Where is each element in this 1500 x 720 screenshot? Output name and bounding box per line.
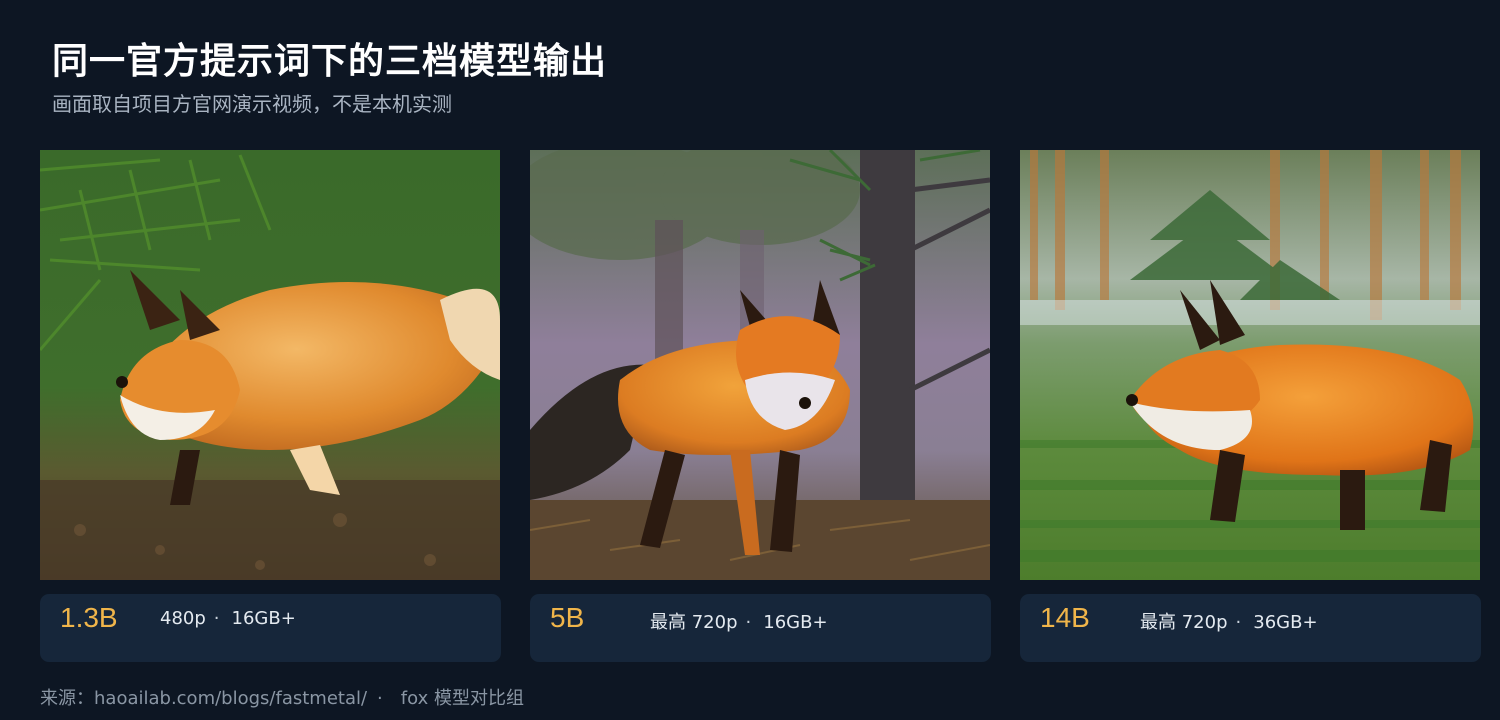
model-spec: 480p · 16GB+ [160, 608, 296, 629]
model-spec: 最高 720p · 36GB+ [1140, 608, 1318, 634]
caption-1-3b: 1.3B 480p · 16GB+ [40, 594, 501, 662]
fox-image-14b [1020, 150, 1480, 580]
model-size-label: 5B [550, 602, 585, 633]
page-title: 同一官方提示词下的三档模型输出 [52, 41, 608, 82]
separator: · [745, 612, 752, 633]
fox-image-5b [530, 150, 990, 580]
page-subtitle: 画面取自项目方官网演示视频，不是本机实测 [52, 92, 452, 116]
resolution-label: 最高 720p [650, 612, 738, 633]
model-size-label: 1.3B [60, 602, 118, 633]
fox-image-1-3b [40, 150, 500, 580]
resolution-label: 最高 720p [1140, 612, 1228, 633]
model-card-1-3b: 1.3B 480p · 16GB+ [40, 150, 501, 662]
model-card-14b: 14B 最高 720p · 36GB+ [1020, 150, 1481, 662]
model-spec: 最高 720p · 16GB+ [650, 608, 828, 634]
group-label: fox 模型对比组 [400, 688, 524, 709]
caption-5b: 5B 最高 720p · 16GB+ [530, 594, 991, 662]
separator: · [377, 688, 383, 709]
caption-14b: 14B 最高 720p · 36GB+ [1020, 594, 1481, 662]
model-size-label: 14B [1040, 602, 1090, 633]
model-card-5b: 5B 最高 720p · 16GB+ [530, 150, 991, 662]
source-footer: 来源：haoailab.com/blogs/fastmetal/ · fox 模型对… [40, 684, 524, 710]
resolution-label: 480p [160, 608, 206, 629]
separator: · [213, 608, 220, 629]
source-link: 来源：haoailab.com/blogs/fastmetal/ [40, 688, 368, 709]
separator: · [1235, 612, 1242, 633]
vram-label: 36GB+ [1253, 612, 1318, 633]
vram-label: 16GB+ [231, 608, 296, 629]
vram-label: 16GB+ [763, 612, 828, 633]
